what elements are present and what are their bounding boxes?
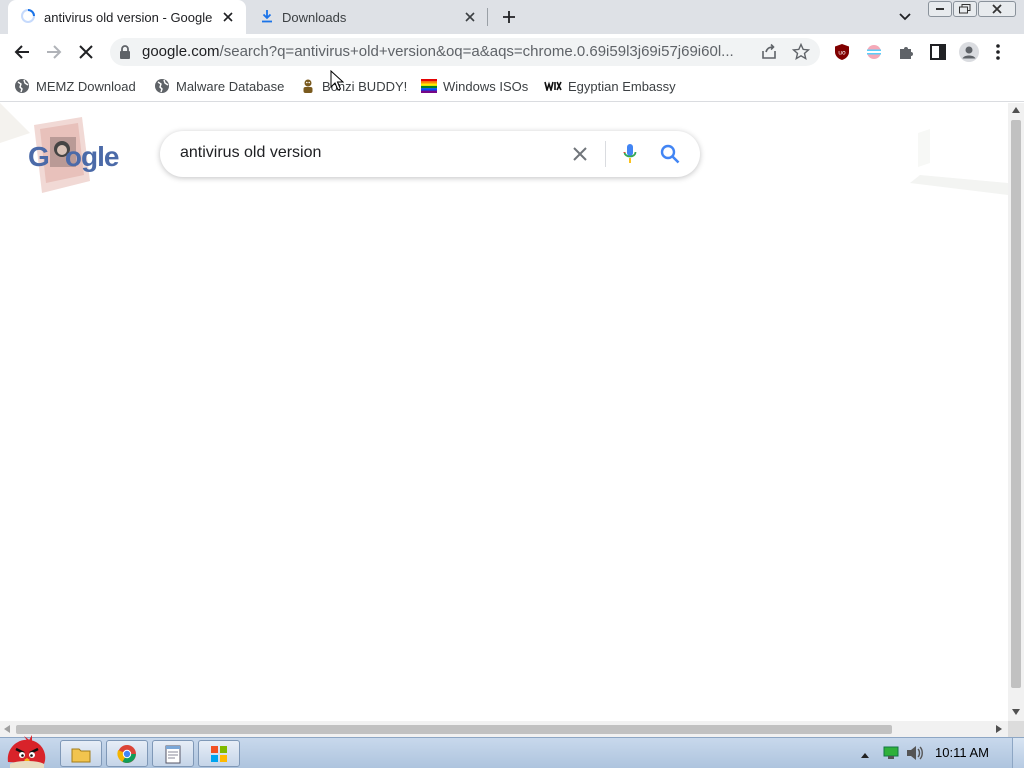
profile-avatar[interactable] [959, 42, 979, 65]
network-icon[interactable] [883, 746, 899, 763]
tab-title: Downloads [282, 9, 347, 25]
globe-icon [15, 79, 29, 93]
bookmark-label: MEMZ Download [36, 78, 136, 94]
new-tab-button[interactable] [497, 6, 521, 28]
taskbar-chrome-button[interactable] [106, 740, 148, 767]
bookmark-egyptian-embassy[interactable]: Egyptian Embassy [544, 74, 676, 98]
search-button[interactable] [658, 142, 682, 166]
doodle-decoration [910, 129, 1008, 195]
tab-downloads[interactable]: Downloads [248, 0, 488, 34]
close-window-button[interactable] [978, 1, 1016, 17]
clear-search-button[interactable] [568, 142, 592, 166]
tab-active[interactable]: antivirus old version - Google [8, 0, 246, 34]
show-hidden-icons-icon[interactable] [860, 747, 870, 762]
forward-button[interactable] [42, 40, 66, 64]
lock-icon[interactable] [119, 45, 131, 62]
scroll-corner [1008, 721, 1024, 737]
side-panel-icon[interactable] [929, 43, 947, 64]
extension-icon[interactable] [865, 43, 883, 64]
taskbar-clock[interactable]: 10:11 AM [935, 745, 989, 760]
taskbar-notepad-button[interactable] [152, 740, 194, 767]
url-text[interactable]: google.com/search?q=antivirus+old+versio… [142, 43, 752, 60]
tab-separator [487, 8, 488, 26]
puzzle-icon[interactable] [897, 43, 915, 64]
mouse-cursor-icon [330, 69, 345, 95]
search-input[interactable]: antivirus old version [180, 144, 321, 162]
rainbow-flag-icon [421, 79, 437, 93]
back-button[interactable] [10, 40, 34, 64]
bookmark-label: Egyptian Embassy [568, 78, 676, 94]
tab-title: antivirus old version - Google [44, 9, 213, 25]
page-content: Google antivirus old version [0, 103, 1008, 721]
taskbar-explorer-button[interactable] [60, 740, 102, 767]
plus-icon [503, 11, 515, 23]
close-icon [992, 4, 1002, 14]
horizontal-scroll-thumb[interactable] [16, 725, 892, 734]
windows-app-icon [211, 745, 227, 762]
tab-close-icon[interactable] [218, 7, 238, 27]
taskbar-app-button[interactable] [198, 740, 240, 767]
wix-icon [544, 81, 562, 91]
show-desktop-button[interactable] [1012, 738, 1024, 768]
close-icon [573, 147, 587, 161]
volume-icon[interactable] [906, 745, 924, 764]
scroll-right-arrow-icon[interactable] [996, 725, 1002, 733]
google-doodle-logo[interactable]: Google [28, 117, 120, 197]
arrow-right-icon [47, 45, 62, 59]
download-icon [260, 9, 274, 26]
bonzi-icon [303, 79, 313, 93]
close-icon [79, 45, 93, 59]
scroll-up-arrow-icon[interactable] [1012, 107, 1020, 113]
bookmark-windows-isos[interactable]: Windows ISOs [421, 74, 528, 98]
divider [605, 141, 606, 167]
microphone-icon [623, 144, 637, 163]
bookmark-memz-download[interactable]: MEMZ Download [14, 74, 136, 98]
bookmarks-bar: MEMZ Download Malware Database Bonzi BUD… [0, 70, 1024, 102]
notepad-icon [165, 745, 181, 763]
search-box[interactable]: antivirus old version [160, 131, 700, 177]
chrome-icon [117, 744, 136, 763]
voice-search-button[interactable] [618, 142, 642, 166]
globe-icon [155, 79, 169, 93]
svg-text:uo: uo [838, 50, 846, 57]
restore-icon [959, 4, 971, 14]
bookmark-label: Windows ISOs [443, 78, 529, 94]
google-logo-text: Google [28, 141, 119, 172]
tab-close-icon[interactable] [460, 7, 480, 27]
bookmark-star-icon[interactable] [791, 42, 811, 64]
start-button[interactable] [2, 732, 52, 768]
url-path: /search?q=antivirus+old+version&oq=a&aqs… [219, 43, 734, 60]
url-host: google.com [142, 43, 220, 60]
bookmark-label: Malware Database [176, 78, 285, 94]
more-menu-icon[interactable] [995, 43, 1001, 64]
taskbar: 10:11 AM [0, 735, 1024, 768]
search-icon [660, 144, 680, 164]
arrow-left-icon [14, 45, 29, 59]
vertical-scroll-thumb[interactable] [1011, 120, 1021, 688]
loading-spinner-icon [20, 8, 36, 27]
chevron-down-icon [899, 13, 911, 21]
bookmark-bonzi-buddy[interactable]: Bonzi BUDDY! [300, 74, 407, 98]
bookmark-malware-database[interactable]: Malware Database [154, 74, 284, 98]
minimize-button[interactable] [928, 1, 952, 17]
stop-button[interactable] [74, 40, 98, 64]
minimize-icon [936, 8, 944, 10]
restore-button[interactable] [953, 1, 977, 17]
folder-icon [71, 748, 91, 762]
angry-bird-icon [7, 735, 46, 768]
ublock-icon[interactable]: uo [833, 43, 851, 64]
scroll-down-arrow-icon[interactable] [1012, 709, 1020, 715]
share-icon[interactable] [760, 43, 778, 64]
tab-search-button[interactable] [893, 6, 917, 28]
